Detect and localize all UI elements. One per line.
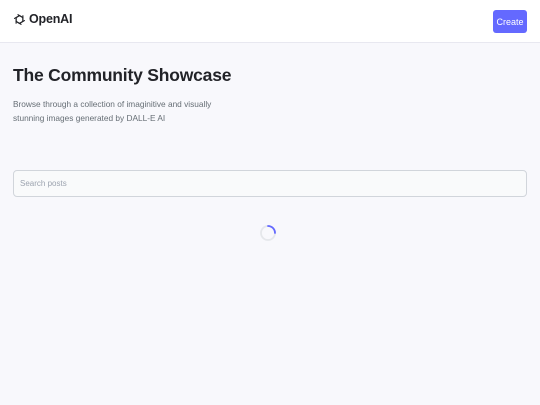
top-header: OpenAI Create	[0, 0, 540, 43]
openai-logo[interactable]: OpenAI	[13, 12, 72, 26]
create-button[interactable]: Create	[493, 10, 527, 33]
logo-text: OpenAI	[29, 12, 73, 26]
search-input[interactable]	[13, 170, 527, 197]
page-title: The Community Showcase	[13, 65, 232, 85]
page-subtitle: Browse through a collection of imaginiti…	[13, 99, 212, 123]
loading-spinner-icon	[260, 225, 276, 241]
openai-logo-icon	[13, 13, 26, 25]
